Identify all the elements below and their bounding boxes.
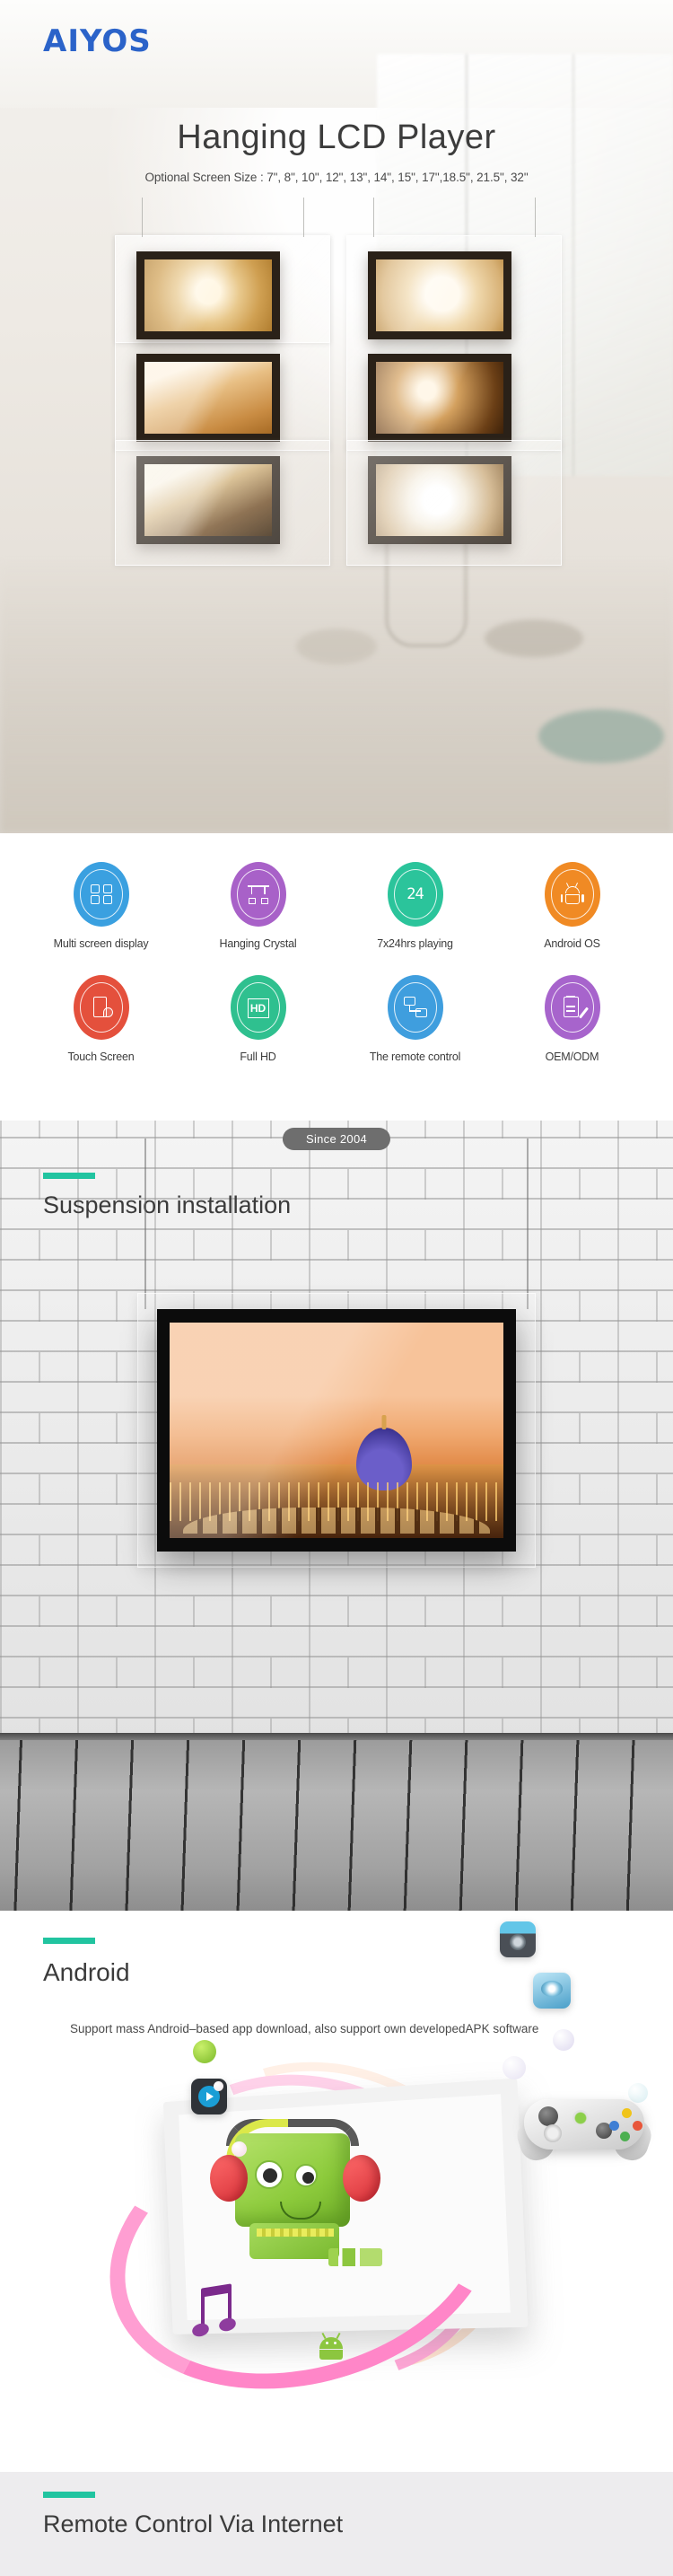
accent-bar [43, 1938, 95, 1944]
green-orb-icon [193, 2040, 216, 2063]
feature-icon-badge [230, 862, 286, 927]
feature-icon-badge [387, 975, 443, 1040]
feature-label: 7x24hrs playing [377, 937, 453, 950]
feature-label: Android OS [544, 937, 600, 950]
feature-label: OEM/ODM [545, 1051, 599, 1063]
bridge-arches [182, 1508, 491, 1534]
feature-label: Full HD [240, 1051, 276, 1063]
hanging-display [136, 354, 280, 442]
feature-remote-control[interactable]: The remote control [354, 975, 476, 1063]
features-section: Multi screen display Hanging Crystal 24 … [0, 833, 673, 1121]
feature-oem-odm[interactable]: OEM/ODM [511, 975, 633, 1063]
gamepad-icon [512, 2083, 656, 2165]
bluray-disc-icon [533, 1973, 571, 2009]
android-section: Android Support mass Android–based app d… [0, 1911, 673, 2472]
feature-multi-screen-display[interactable]: Multi screen display [40, 862, 162, 950]
cafe-stool [296, 629, 377, 664]
feature-icon-badge [73, 975, 129, 1040]
feature-label: The remote control [369, 1051, 461, 1063]
camera-app-icon [500, 1921, 536, 1957]
feature-icon-badge [544, 862, 600, 927]
wooden-floor [0, 1740, 673, 1911]
feature-label: Multi screen display [53, 937, 149, 950]
feature-7x24hrs-playing[interactable]: 24 7x24hrs playing [354, 862, 476, 950]
suspension-wire [303, 198, 304, 237]
accent-bar [43, 2492, 95, 2498]
music-note-icon [190, 2283, 242, 2339]
cafe-floor-backdrop [0, 564, 673, 833]
hanging-display [136, 251, 280, 339]
suspension-wire [535, 198, 536, 237]
remote-control-section: Remote Control Via Internet [0, 2472, 673, 2576]
hero-section: AIYOS Hanging LCD Player Optional Screen… [0, 0, 673, 833]
decorative-bubble [232, 2141, 247, 2157]
floor-edge [0, 1733, 673, 1740]
hanging-display-grid [115, 198, 564, 566]
wall-mounted-display [137, 1139, 536, 1568]
feature-row-1: Multi screen display Hanging Crystal 24 … [0, 862, 673, 950]
remote-network-icon [403, 996, 427, 1019]
section-title: Android [43, 1958, 130, 1986]
suspension-heading-block: Suspension installation [43, 1173, 291, 1219]
accent-bar [43, 1173, 95, 1179]
display-bezel [157, 1309, 516, 1552]
display-screen [144, 259, 272, 331]
suspension-wire [144, 1139, 146, 1309]
hanging-display [368, 251, 511, 339]
decorative-bubble [553, 2029, 574, 2051]
feature-hanging-crystal[interactable]: Hanging Crystal [197, 862, 319, 950]
display-screen [170, 1323, 503, 1538]
suspension-wire [373, 198, 374, 237]
page-title: Hanging LCD Player [177, 119, 496, 156]
suspension-wire [527, 1139, 529, 1309]
display-screen [144, 362, 272, 434]
document-pencil-icon [561, 996, 589, 1019]
product-detail-page: AIYOS Hanging LCD Player Optional Screen… [0, 0, 673, 2576]
hanging-display [368, 354, 511, 442]
display-screen [376, 362, 503, 434]
twenty-four-icon: 24 [406, 885, 424, 903]
crystal-panel [346, 440, 562, 566]
grid-icon [90, 883, 113, 906]
brand-logo-text: AIYOS [43, 22, 173, 60]
feature-label: Touch Screen [67, 1051, 135, 1063]
hanging-crystal-icon [247, 883, 270, 906]
decorative-bubble [214, 2081, 223, 2091]
section-title: Remote Control Via Internet [43, 2510, 344, 2537]
android-mascot-icon [316, 2332, 346, 2360]
section-title: Suspension installation [43, 1191, 292, 1218]
decorative-bubble [503, 2056, 526, 2079]
feature-icon-badge: 24 [387, 862, 443, 927]
android-heading-block: Android [43, 1938, 130, 1987]
display-screen [376, 259, 503, 331]
feature-touch-screen[interactable]: Touch Screen [40, 975, 162, 1063]
brand-logo: AIYOS [43, 22, 173, 60]
cafe-stool [485, 620, 583, 657]
crystal-panel [115, 440, 330, 566]
feature-icon-badge [544, 975, 600, 1040]
feature-icon-badge [73, 862, 129, 927]
screen-size-subtitle: Optional Screen Size : 7", 8", 10", 12",… [144, 171, 529, 184]
feature-label: Hanging Crystal [219, 937, 297, 950]
touch-hand-icon [90, 996, 113, 1019]
remote-heading-block: Remote Control Via Internet [43, 2492, 343, 2538]
feature-android-os[interactable]: Android OS [511, 862, 633, 950]
feature-full-hd[interactable]: HD Full HD [197, 975, 319, 1063]
hd-icon: HD [247, 998, 269, 1018]
android-robot-icon [560, 882, 584, 906]
cafe-stool [538, 709, 664, 763]
feature-icon-badge: HD [230, 975, 286, 1040]
suspension-wire [142, 198, 143, 237]
since-badge: Since 2004 [282, 1128, 391, 1150]
feature-row-2: Touch Screen HD Full HD The remote contr… [0, 975, 673, 1063]
section-body-text: Support mass Android–based app download,… [70, 2022, 539, 2035]
suspension-section: Since 2004 Suspension installation [0, 1121, 673, 1911]
